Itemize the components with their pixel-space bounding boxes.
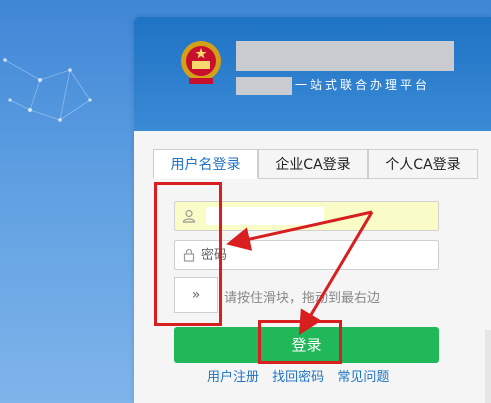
faq-link[interactable]: 常见问题 <box>337 370 389 385</box>
redacted-subtitle-block <box>236 77 292 95</box>
platform-subtitle: 一站式联合办理平台 <box>295 78 431 92</box>
recover-password-link[interactable]: 找回密码 <box>272 370 324 385</box>
redacted-username-value <box>206 207 324 225</box>
slider-handle[interactable]: » <box>174 277 218 313</box>
login-button[interactable]: 登录 <box>174 327 439 363</box>
redacted-title-block <box>236 41 454 71</box>
tab-personal-ca-login[interactable]: 个人CA登录 <box>368 149 478 179</box>
username-field[interactable] <box>174 201 439 231</box>
tab-username-login[interactable]: 用户名登录 <box>153 149 258 179</box>
background-network-decoration <box>3 58 92 122</box>
panel-header: 一站式联合办理平台 <box>134 17 491 131</box>
password-field[interactable] <box>174 240 439 270</box>
footer-links: 用户注册 找回密码 常见问题 <box>207 366 398 385</box>
password-input[interactable] <box>201 245 431 265</box>
user-icon <box>182 209 196 223</box>
scrollbar-edge[interactable] <box>485 330 491 403</box>
login-panel: 一站式联合办理平台 用户名登录 企业CA登录 个人CA登录 » 请按住滑块，拖动… <box>134 17 491 403</box>
lock-icon <box>183 248 195 262</box>
national-emblem-icon <box>181 41 221 84</box>
slider-captcha: » 请按住滑块，拖动到最右边 <box>174 277 439 313</box>
register-link[interactable]: 用户注册 <box>207 370 259 385</box>
slider-hint-text: 请按住滑块，拖动到最右边 <box>224 291 381 306</box>
tab-enterprise-ca-login[interactable]: 企业CA登录 <box>258 149 368 179</box>
